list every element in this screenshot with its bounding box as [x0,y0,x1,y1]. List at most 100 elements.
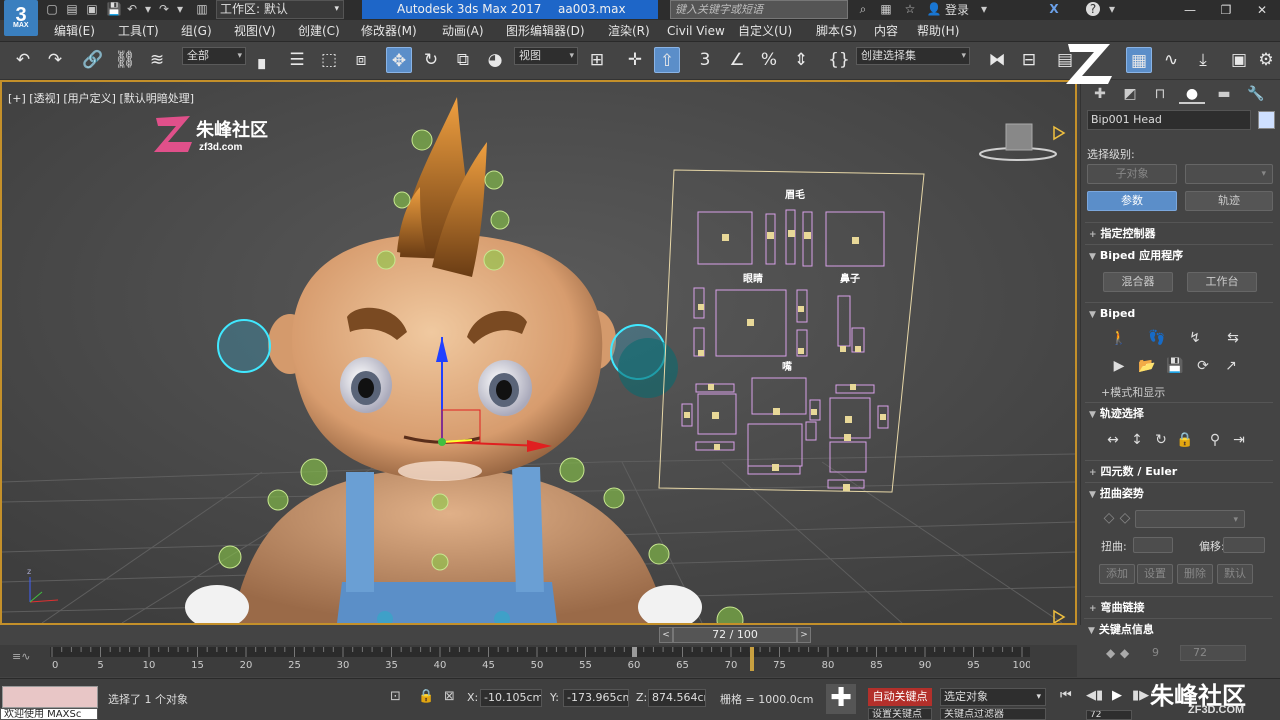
viewport-label-menu[interactable]: [+] [透视] [用户定义] [默认明暗处理] [8,90,194,106]
render-setup-icon[interactable]: ⚙ [1256,47,1276,73]
display-tab-icon[interactable]: ▬ [1211,84,1237,104]
twist-set-button[interactable]: 设置 [1137,564,1173,584]
sub-object-button[interactable]: 子对象 [1087,164,1177,184]
unlink-icon[interactable]: ⛓ [112,47,138,73]
curve-editor-icon[interactable]: ∿ [1158,47,1184,73]
time-slider-thumb[interactable]: 72 / 100 [673,627,797,643]
prev-key-icon[interactable]: ◆ [1106,646,1115,660]
restore-icon[interactable]: ❐ [1208,0,1244,20]
rect-selection-icon[interactable]: ⬚ [316,47,342,73]
trajectories-button[interactable]: 轨迹 [1185,191,1273,211]
time-slider[interactable] [0,625,1077,645]
menu-group[interactable]: 组(G) [181,22,212,40]
menu-create[interactable]: 创建(C) [298,22,340,40]
angle-snap-icon[interactable]: ∠ [724,47,750,73]
utilities-tab-icon[interactable]: 🔧 [1243,84,1269,104]
new-file-icon[interactable]: ▢ [44,1,60,17]
hierarchy-tab-icon[interactable]: ⊓ [1147,84,1173,104]
object-color-swatch[interactable] [1258,111,1275,129]
motion-tab-icon[interactable]: ● [1179,84,1205,104]
twist-next-icon[interactable]: ◇ [1115,508,1135,528]
open-file-icon[interactable]: ▤ [64,1,80,17]
next-frame-icon[interactable]: > [797,627,811,643]
menu-tools[interactable]: 工具(T) [118,22,159,40]
schematic-view-icon[interactable]: ⤓ [1190,47,1216,73]
maxscript-mini-listener[interactable]: 欢迎使用 MAXSc [0,708,98,720]
menu-help[interactable]: 帮助(H) [917,22,959,40]
absolute-mode-icon[interactable]: ⊠ [444,689,455,704]
material-editor-icon[interactable]: ▣ [1226,47,1252,73]
object-name-field[interactable]: Bip001 Head [1087,110,1251,130]
x-coordinate-field[interactable]: -10.105cm [480,689,542,707]
figure-mode-icon[interactable]: 🚶 [1109,328,1129,348]
move-all-mode-icon[interactable]: ↗ [1221,356,1241,376]
twist-pose-dropdown[interactable]: ▾ [1135,510,1245,528]
app-logo[interactable]: 3 MAX [4,0,38,36]
close-icon[interactable]: ✕ [1244,0,1280,20]
undo-icon[interactable]: ↶ [124,1,140,17]
menu-modifiers[interactable]: 修改器(M) [361,22,417,40]
menu-animation[interactable]: 动画(A) [442,22,484,40]
layer-explorer-icon[interactable]: ▦ [1126,47,1152,73]
opposite-icon[interactable]: ⇥ [1229,430,1249,450]
lock-cog-icon[interactable]: 🔒 [1175,430,1195,450]
favorites-icon[interactable]: ☆ [902,1,918,17]
convert-icon[interactable]: ⟳ [1193,356,1213,376]
rollout-key-info[interactable]: ▼ 关键点信息 [1084,618,1272,640]
key-frame-spinner[interactable]: 72 [1180,645,1246,661]
undo-tool-icon[interactable]: ↶ [10,47,36,73]
prev-frame-icon[interactable]: < [659,627,673,643]
reference-coord-dropdown[interactable]: 视图 [514,47,578,65]
parameters-button[interactable]: 参数 [1087,191,1177,211]
snaps-toggle-icon[interactable]: 3 [692,47,718,73]
rollout-bend-links[interactable]: + 弯曲链接 [1085,596,1273,618]
next-key-icon[interactable]: ◆ [1120,646,1129,660]
create-tab-icon[interactable]: ✚ [1087,84,1113,104]
save-disk-icon[interactable]: 💾 [106,1,122,17]
keyboard-shortcut-override-icon[interactable]: ⇧ [654,47,680,73]
auto-key-button[interactable]: 自动关键点 [868,688,932,706]
mirror-icon[interactable]: ⧓ [984,47,1010,73]
maxscript-listener-pink[interactable] [2,686,98,708]
menu-graph-editors[interactable]: 图形编辑器(D) [506,22,585,40]
z-coordinate-field[interactable]: 874.564cm [648,689,706,707]
save-file-icon[interactable]: ▣ [84,1,100,17]
help-dropdown-icon[interactable]: ▾ [1104,1,1120,17]
workbench-button[interactable]: 工作台 [1187,272,1257,292]
sub-object-dropdown[interactable]: ▾ [1185,164,1273,184]
bind-space-warp-icon[interactable]: ≋ [144,47,170,73]
selection-lock-icon[interactable]: 🔒 [418,689,434,704]
pivot-center-icon[interactable]: ⊞ [584,47,610,73]
load-file-icon[interactable]: 📂 [1137,356,1157,376]
twist-delete-button[interactable]: 删除 [1177,564,1213,584]
key-filters-button[interactable]: 关键点过滤器 [940,708,1046,720]
project-folder-icon[interactable]: ▥ [194,1,210,17]
current-frame-field[interactable]: 72 [1086,710,1132,720]
y-coordinate-field[interactable]: -173.965cm [563,689,629,707]
menu-edit[interactable]: 编辑(E) [54,22,95,40]
body-vertical-icon[interactable]: ↕ [1127,430,1147,450]
rollout-quaternion-euler[interactable]: + 四元数 / Euler [1085,460,1273,482]
prev-key-frame-icon[interactable]: ◀▮ [1086,688,1103,703]
selected-object-dropdown[interactable]: 选定对象 ▾ [940,688,1046,706]
login-dropdown-icon[interactable]: ▾ [976,1,992,17]
perspective-viewport[interactable]: 眉毛 眼睛 鼻子 嘴 z [+] [透视] [用户定义] [默认明暗处理] 朱峰… [0,80,1077,625]
set-key-button[interactable]: 设置关键点 [868,708,932,720]
go-to-start-icon[interactable]: ⏮ [1060,688,1072,703]
motion-flow-icon[interactable]: ↯ [1185,328,1205,348]
percent-snap-icon[interactable]: % [756,47,782,73]
keyframe-marker[interactable] [750,647,754,671]
info-center-icon[interactable]: ▦ [878,1,894,17]
rollout-biped-apps[interactable]: ▼ Biped 应用程序 [1085,244,1273,266]
redo-tool-icon[interactable]: ↷ [42,47,68,73]
user-icon[interactable]: 👤 [926,1,942,17]
binoculars-icon[interactable]: ⌕ [855,1,871,17]
select-rotate-icon[interactable]: ↻ [418,47,444,73]
add-time-tag-icon[interactable]: ✚ [826,684,856,714]
rollout-track-selection[interactable]: ▼ 轨迹选择 [1085,402,1273,424]
isolate-selection-icon[interactable]: ⊡ [390,689,401,704]
help-icon[interactable]: ? [1086,2,1100,16]
next-key-frame-icon[interactable]: ▮▶ [1132,688,1149,703]
biped-playback-icon[interactable]: ▶ [1109,356,1129,376]
rollout-biped[interactable]: ▼ Biped [1085,302,1273,324]
